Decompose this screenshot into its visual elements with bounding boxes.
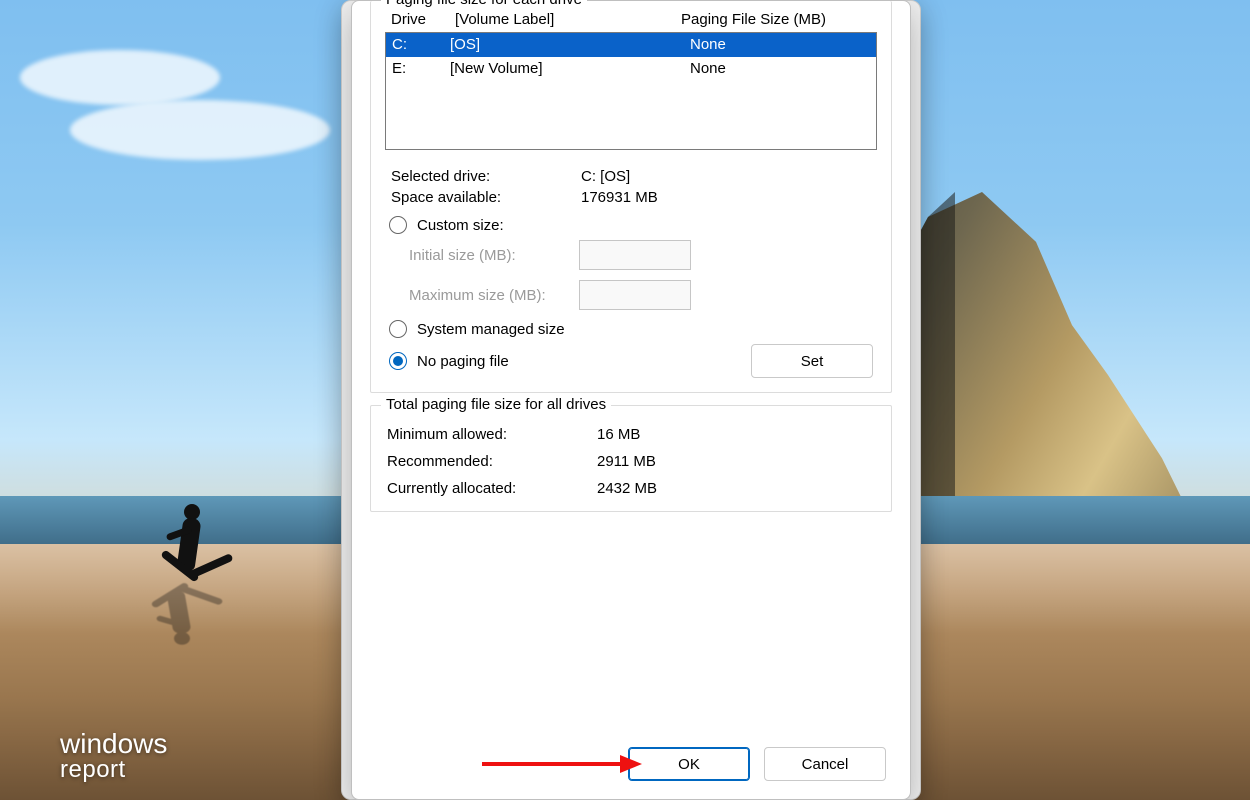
drive-list-header: Drive [Volume Label] Paging File Size (M… <box>385 5 877 32</box>
radio-system-input[interactable] <box>389 320 407 338</box>
custom-size-fields: Initial size (MB): Maximum size (MB): <box>409 240 877 310</box>
drive-paging-group: Paging file size for each drive Drive [V… <box>370 1 892 393</box>
initial-size-label: Initial size (MB): <box>409 247 579 264</box>
dialog-button-row: OK Cancel <box>352 747 910 781</box>
initial-size-input[interactable] <box>579 240 691 270</box>
watermark-logo: windowsreport <box>60 730 167 782</box>
radio-custom-input[interactable] <box>389 216 407 234</box>
radio-system-managed[interactable]: System managed size <box>389 320 877 338</box>
drive-row-c[interactable]: C: [OS] None <box>386 33 876 57</box>
radio-none-input[interactable] <box>389 352 407 370</box>
drive-listbox[interactable]: C: [OS] None E: [New Volume] None <box>385 32 877 150</box>
totals-group: Total paging file size for all drives Mi… <box>370 405 892 512</box>
set-button[interactable]: Set <box>751 344 873 378</box>
radio-no-paging[interactable]: No paging file <box>389 352 509 370</box>
maximum-size-input[interactable] <box>579 280 691 310</box>
group-title: Paging file size for each drive <box>381 0 587 8</box>
selected-drive-info: Selected drive: C: [OS] Space available:… <box>391 168 877 206</box>
drive-row-e[interactable]: E: [New Volume] None <box>386 57 876 81</box>
ok-button[interactable]: OK <box>628 747 750 781</box>
virtual-memory-dialog: Paging file size for each drive Drive [V… <box>351 0 911 800</box>
maximum-size-label: Maximum size (MB): <box>409 287 579 304</box>
radio-custom-size[interactable]: Custom size: <box>389 216 877 234</box>
cancel-button[interactable]: Cancel <box>764 747 886 781</box>
